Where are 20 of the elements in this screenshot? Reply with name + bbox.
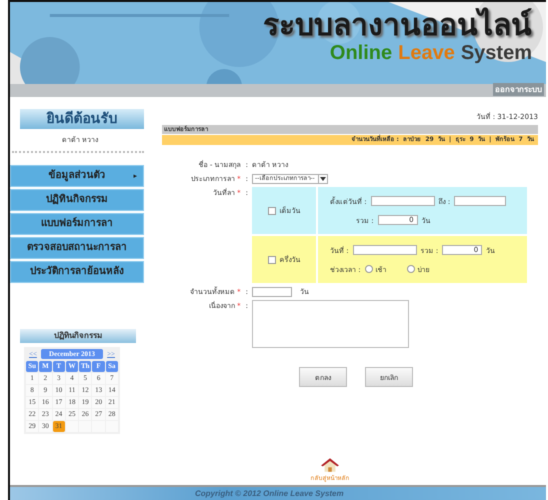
date-field[interactable] [352,245,417,255]
copyright-text: Copyright © 2012 Online Leave System [195,489,344,498]
menu-item[interactable]: แบบฟอร์มการลา [10,213,144,235]
calendar-heading: ปฏิทินกิจกรรม [20,329,136,343]
welcome-heading: ยินดีต้อนรับ [20,109,144,129]
site-subtitle-word: Online [330,42,392,64]
start-date-field[interactable] [370,196,435,206]
radio-button[interactable] [406,265,415,273]
radio-button[interactable] [364,265,373,273]
checkbox[interactable] [268,256,276,264]
dropdown-icon [318,174,327,182]
menu-item[interactable]: ปฏิทินกิจกรรม [10,189,144,211]
reason-textarea[interactable] [252,300,409,348]
house-icon [321,458,339,473]
menu-item[interactable]: ประวัติการลาย้อนหลัง [10,261,144,283]
end-date-field[interactable] [454,196,506,206]
site-subtitle-word: Leave [398,42,455,64]
total-days-field[interactable] [252,286,292,296]
checkbox[interactable] [268,206,276,214]
menu-item[interactable]: ตรวจสอบสถานะการลา [10,237,144,259]
